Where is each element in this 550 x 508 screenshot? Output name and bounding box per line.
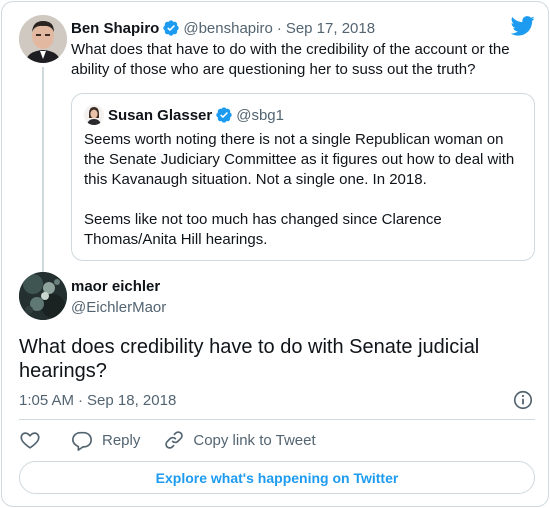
quoted-paragraph-1: Seems worth noting there is not a single…: [84, 131, 515, 188]
avatar-susan-glasser: [84, 105, 104, 125]
avatar-ben-shapiro-image: [19, 15, 67, 63]
separator-dot: ·: [276, 19, 282, 37]
main-author-handle[interactable]: @EichlerMaor: [71, 299, 166, 316]
avatar-maor-eichler-image: [19, 272, 67, 320]
main-author-name[interactable]: maor eichler: [71, 278, 160, 295]
twitter-bird-icon[interactable]: [511, 16, 535, 36]
main-tweet-time: 1:05 AM: [19, 391, 75, 409]
reply-label: Reply: [102, 431, 141, 449]
explore-twitter-button[interactable]: Explore what's happening on Twitter: [19, 461, 535, 494]
parent-tweet-date[interactable]: Sep 17, 2018: [286, 20, 375, 37]
info-icon[interactable]: [512, 389, 534, 411]
separator-dot: ·: [78, 391, 84, 409]
avatar-susan-glasser-image: [84, 105, 104, 125]
parent-tweet-header: Ben Shapiro @benshapiro · Sep 17, 2018: [71, 18, 375, 38]
verified-badge-icon: [216, 107, 232, 123]
reply-button[interactable]: Reply: [71, 429, 140, 451]
avatar-ben-shapiro[interactable]: [19, 15, 67, 63]
like-button[interactable]: [19, 429, 41, 451]
actions-divider: [19, 419, 535, 420]
tweet-actions: Reply Copy link to Tweet: [19, 429, 316, 451]
verified-badge-icon: [163, 20, 180, 36]
tweet-embed-card: Ben Shapiro @benshapiro · Sep 17, 2018 W…: [1, 1, 549, 507]
quoted-paragraph-2: Seems like not too much has changed sinc…: [84, 211, 442, 248]
avatar-maor-eichler[interactable]: [19, 272, 67, 320]
copy-link-label: Copy link to Tweet: [193, 431, 316, 449]
thread-connector-line: [42, 67, 44, 272]
quoted-tweet-header: Susan Glasser @sbg1: [84, 105, 284, 125]
quoted-tweet[interactable]: Susan Glasser @sbg1 Seems worth noting t…: [71, 93, 535, 261]
quoted-tweet-text: Seems worth noting there is not a single…: [84, 130, 524, 250]
link-chain-icon: [165, 431, 184, 449]
parent-tweet-text: What does that have to do with the credi…: [71, 41, 510, 78]
quoted-author-name: Susan Glasser: [108, 106, 213, 124]
parent-author-name[interactable]: Ben Shapiro: [71, 20, 159, 37]
reply-bubble-icon: [72, 431, 92, 451]
copy-link-button[interactable]: Copy link to Tweet: [163, 429, 316, 451]
main-tweet-timestamp[interactable]: 1:05 AM · Sep 18, 2018: [19, 391, 176, 409]
heart-icon: [20, 432, 40, 449]
parent-author-handle[interactable]: @benshapiro: [183, 20, 272, 37]
main-tweet-text: What does credibility have to do with Se…: [19, 336, 480, 382]
main-tweet-date: Sep 18, 2018: [87, 391, 177, 409]
quoted-author-handle: @sbg1: [236, 106, 284, 124]
